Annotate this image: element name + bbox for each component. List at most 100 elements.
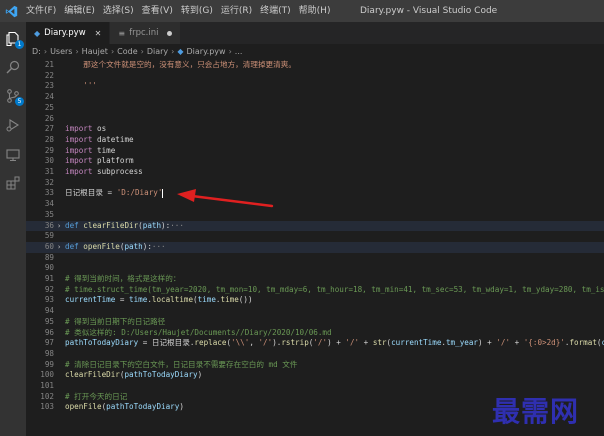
code-line[interactable]: 97 pathToTodayDiary = 日记根目录.replace('\\',… <box>26 338 604 349</box>
run-debug-icon[interactable] <box>4 116 22 134</box>
code-text: import os <box>65 124 107 134</box>
line-number: 92 <box>44 284 54 294</box>
breadcrumb-item[interactable]: Haujet <box>82 47 108 56</box>
code-line[interactable]: 94 <box>26 306 604 317</box>
code-text: # 打开今天的日记 <box>65 391 128 401</box>
breadcrumb-item[interactable]: Diary <box>147 47 168 56</box>
menu-edit[interactable]: 编辑(E) <box>60 0 99 22</box>
code-text: import subprocess <box>65 167 143 176</box>
code-line[interactable]: 92 # time.struct_time(tm_year=2020, tm_mo… <box>26 285 604 296</box>
code-line[interactable]: 30 import platform <box>26 156 604 167</box>
code-line[interactable]: 32 <box>26 178 604 189</box>
code-line[interactable]: 90 <box>26 263 604 274</box>
unsaved-dot-icon[interactable] <box>167 30 173 36</box>
explorer-icon[interactable]: 1 <box>4 30 24 49</box>
breadcrumb-item[interactable]: Diary.pyw <box>187 47 226 56</box>
code-text: 那这个文件就是空的，没有意义，只会占地方，清理掉更清爽。 <box>65 60 296 69</box>
code-text: import time <box>65 145 116 155</box>
menu-view[interactable]: 查看(V) <box>138 0 177 22</box>
line-number: 23 <box>44 81 54 91</box>
code-line[interactable]: 35 <box>26 210 604 221</box>
code-line[interactable]: 27 import os <box>26 124 604 135</box>
line-number: 99 <box>44 359 54 369</box>
fold-chevron-icon[interactable]: › <box>57 221 61 232</box>
activity-bar: 1 5 <box>0 22 26 436</box>
code-line[interactable]: 96 # 类似这样的: D:/Users/Haujet/Documents//Di… <box>26 328 604 339</box>
code-line[interactable]: 28 import datetime <box>26 135 604 146</box>
python-file-icon: ◆ <box>177 46 184 56</box>
code-line[interactable]: 93 currentTime = time.localtime(time.time… <box>26 295 604 306</box>
line-number: 60 <box>44 241 54 251</box>
code-text: import datetime <box>65 134 134 144</box>
menu-file[interactable]: 文件(F) <box>22 0 60 22</box>
menu-selection[interactable]: 选择(S) <box>99 0 138 22</box>
chevron-right-icon: › <box>110 46 115 56</box>
code-line[interactable]: 99 # 清除日记目录下的空白文件，日记目录不需要存在空白的 md 文件 <box>26 360 604 371</box>
code-line[interactable]: 95 # 得到当前日期下的日记路径 <box>26 317 604 328</box>
breadcrumb-item[interactable]: Users <box>50 47 72 56</box>
code-line[interactable]: 59 <box>26 231 604 242</box>
line-number: 97 <box>44 338 54 348</box>
line-number: 30 <box>44 156 54 166</box>
line-number: 36 <box>44 220 54 230</box>
fold-chevron-icon[interactable]: › <box>57 242 61 253</box>
code-line[interactable]: 34 <box>26 199 604 210</box>
code-line[interactable]: 25 <box>26 103 604 114</box>
breadcrumb-item[interactable]: D: <box>32 47 41 56</box>
code-line[interactable]: 31 import subprocess <box>26 167 604 178</box>
code-line[interactable]: 91 # 得到当前时间，格式是这样的： <box>26 274 604 285</box>
code-line[interactable]: 89 <box>26 253 604 264</box>
code-line[interactable]: 60 › def openFile(path):··· <box>26 241 604 253</box>
menu-help[interactable]: 帮助(H) <box>295 0 335 22</box>
vscode-logo-icon <box>0 0 22 22</box>
code-line[interactable]: 23 ''' <box>26 81 604 92</box>
code-text: def openFile(path):··· <box>65 241 166 251</box>
close-icon[interactable]: ✕ <box>95 29 102 38</box>
code-text: # 清除日记目录下的空白文件，日记目录不需要存在空白的 md 文件 <box>65 359 298 369</box>
line-number: 22 <box>44 70 54 80</box>
line-number: 103 <box>40 402 54 412</box>
line-number: 26 <box>44 113 54 123</box>
code-line[interactable]: 26 <box>26 114 604 125</box>
code-text: currentTime = time.localtime(time.time()… <box>65 295 253 305</box>
extensions-icon[interactable] <box>4 174 22 192</box>
tab-frpc-ini[interactable]: ≡ frpc.ini <box>110 22 182 44</box>
menu-terminal[interactable]: 终端(T) <box>256 0 295 22</box>
code-text: ''' <box>65 81 98 91</box>
line-number: 25 <box>44 102 54 112</box>
line-number: 29 <box>44 145 54 155</box>
menu-go[interactable]: 转到(G) <box>177 0 217 22</box>
code-text: import platform <box>65 156 134 166</box>
line-number: 101 <box>40 381 54 390</box>
code-line[interactable]: 100 clearFileDir(pathToTodayDiary) <box>26 370 604 381</box>
source-control-icon[interactable]: 5 <box>4 87 24 106</box>
breadcrumb-item[interactable]: ... <box>235 47 243 56</box>
menu-run[interactable]: 运行(R) <box>217 0 256 22</box>
code-text: def clearFileDir(path):··· <box>65 220 184 230</box>
line-number: 91 <box>44 274 54 283</box>
line-number: 33 <box>44 188 54 198</box>
code-line[interactable]: 22 <box>26 71 604 82</box>
line-number: 59 <box>44 231 54 241</box>
tab-diary-pyw[interactable]: ◆ Diary.pyw ✕ <box>26 22 111 44</box>
code-line[interactable]: 21 那这个文件就是空的，没有意义，只会占地方，清理掉更清爽。 <box>26 60 604 71</box>
breadcrumb-item[interactable]: Code <box>117 47 137 56</box>
code-line[interactable]: 36 › def clearFileDir(path):··· <box>26 220 604 232</box>
line-number: 93 <box>44 295 54 305</box>
tab-label: frpc.ini <box>129 28 159 38</box>
line-number: 34 <box>44 199 54 209</box>
line-number: 31 <box>44 167 54 176</box>
code-text: # 得到当前日期下的日记路径 <box>65 316 166 326</box>
line-number: 100 <box>40 370 54 380</box>
code-line[interactable]: 29 import time <box>26 146 604 157</box>
line-number: 90 <box>44 263 54 273</box>
code-text: clearFileDir(pathToTodayDiary) <box>65 370 203 380</box>
python-file-icon: ◆ <box>34 28 41 38</box>
settings-file-icon: ≡ <box>118 28 126 38</box>
code-editor[interactable]: 21 那这个文件就是空的，没有意义，只会占地方，清理掉更清爽。 22 23 ''' 2… <box>26 58 604 436</box>
code-line[interactable]: 98 <box>26 349 604 360</box>
remote-explorer-icon[interactable] <box>4 146 22 164</box>
code-line[interactable]: 24 <box>26 92 604 103</box>
code-line[interactable]: 33 日记根目录 = 'D:/Diary' <box>26 188 604 199</box>
search-icon[interactable] <box>4 58 22 76</box>
